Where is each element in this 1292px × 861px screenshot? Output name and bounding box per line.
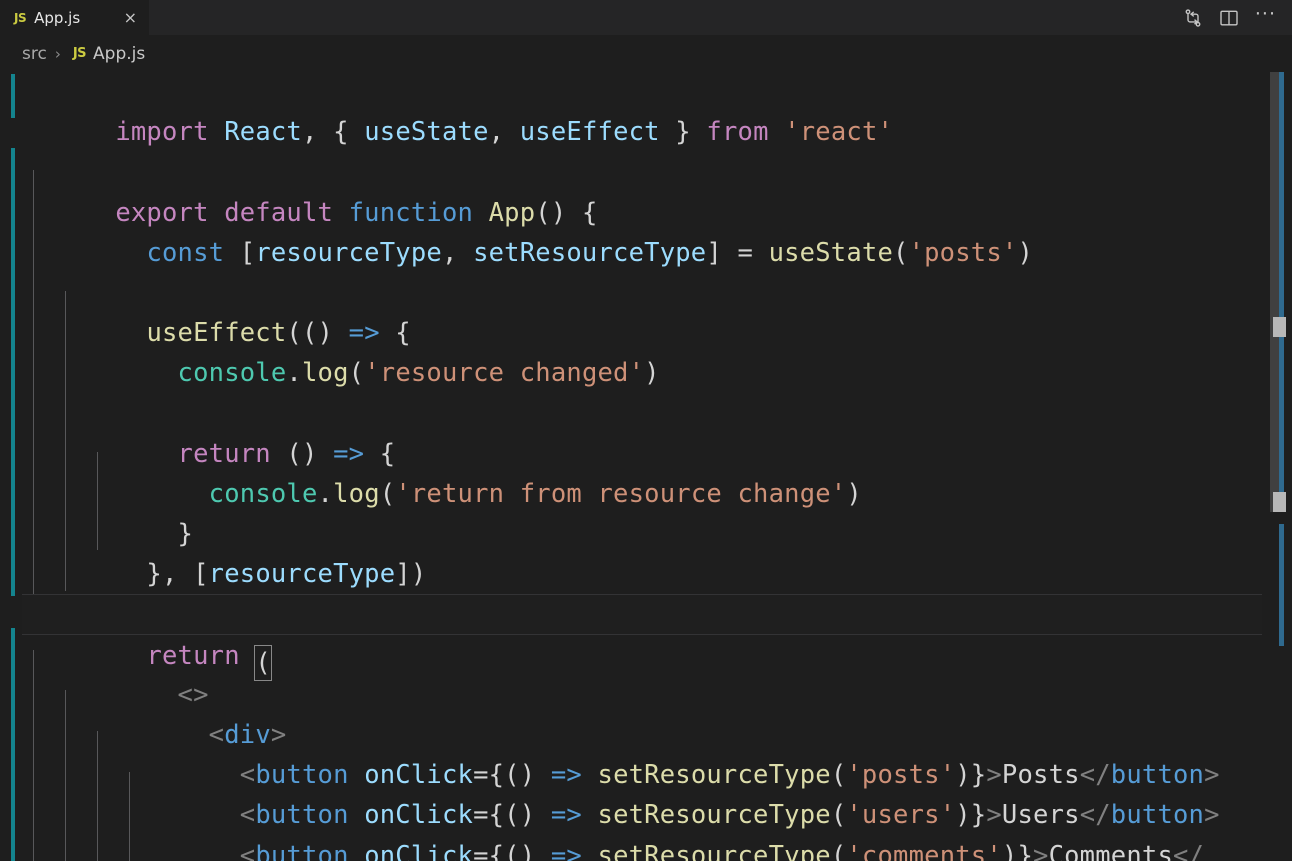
chevron-right-icon: ›: [54, 44, 61, 63]
code-line[interactable]: <button onClick={() => setResourceType('…: [22, 755, 1262, 830]
code-line[interactable]: useEffect(() => {: [22, 273, 1262, 348]
git-modified-indicator: [11, 148, 15, 596]
code-line[interactable]: }, [resourceType]): [22, 514, 1262, 589]
code-line[interactable]: <>: [22, 635, 1262, 710]
tab-bar-empty-space: [150, 0, 1173, 35]
code-line[interactable]: const [resourceType, setResourceType] = …: [22, 193, 1262, 268]
editor-tab-bar: JS App.js × ···: [0, 0, 1292, 35]
overview-decoration: [1279, 524, 1284, 646]
code-line[interactable]: [22, 353, 1262, 393]
javascript-file-icon: JS: [14, 10, 27, 25]
code-line[interactable]: <button onClick={() => setResourceType('…: [22, 795, 1262, 861]
git-modified-indicator: [11, 74, 15, 118]
code-line[interactable]: <button onClick={() => setResourceType('…: [22, 715, 1262, 790]
code-line[interactable]: import React, { useState, useEffect } fr…: [22, 72, 1262, 147]
code-line[interactable]: <div>: [22, 675, 1262, 750]
code-line[interactable]: [22, 233, 1262, 273]
code-line-current[interactable]: return (: [22, 594, 1262, 681]
tab-app-js[interactable]: JS App.js ×: [0, 0, 150, 35]
code-line[interactable]: return () => {: [22, 394, 1262, 469]
breadcrumb-item-app-js[interactable]: App.js: [93, 44, 145, 64]
editor-actions: ···: [1172, 0, 1292, 35]
tab-label: App.js: [34, 8, 81, 27]
overview-decoration: [1279, 72, 1284, 512]
code-line-wrapped[interactable]: button>: [22, 836, 1262, 861]
breadcrumb: src › JS App.js: [0, 35, 1292, 72]
close-icon[interactable]: ×: [104, 9, 137, 26]
toggle-panel-icon[interactable]: [1219, 8, 1239, 28]
overview-cursor-marker: [1273, 492, 1286, 512]
code-line[interactable]: console.log('resource changed'): [22, 313, 1262, 388]
more-actions-icon[interactable]: ···: [1255, 5, 1276, 26]
split-editor-right-icon[interactable]: [1183, 8, 1203, 28]
editor-vertical-scrollbar[interactable]: [1262, 72, 1292, 861]
code-lines[interactable]: import React, { useState, useEffect } fr…: [22, 72, 1262, 861]
editor-gutter: [0, 72, 22, 861]
code-line[interactable]: }: [22, 474, 1262, 549]
code-editor[interactable]: import React, { useState, useEffect } fr…: [0, 72, 1292, 861]
git-modified-indicator: [11, 628, 15, 861]
breadcrumb-item-src[interactable]: src: [22, 44, 47, 64]
overview-cursor-marker: [1273, 317, 1286, 337]
code-line[interactable]: [22, 554, 1262, 594]
code-line[interactable]: [22, 112, 1262, 152]
code-line[interactable]: export default function App() {: [22, 152, 1262, 228]
javascript-file-icon: JS: [72, 46, 87, 61]
code-line[interactable]: console.log('return from resource change…: [22, 434, 1262, 509]
